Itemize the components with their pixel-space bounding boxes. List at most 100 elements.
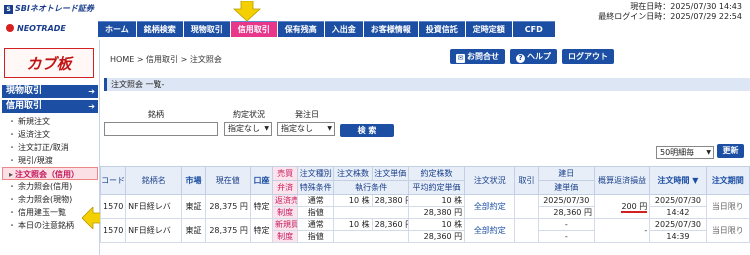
sidebar-item-order-correct-cancel[interactable]: ・注文訂正/取消 xyxy=(2,141,98,154)
cell-pnl: - xyxy=(593,218,651,243)
kabuita-banner-text: カブ板 xyxy=(26,54,72,73)
current-time: 現在日時：2025/07/30 14:43 xyxy=(630,2,742,11)
cell-order-time: 14:42 xyxy=(649,206,707,219)
chevron-right-icon: ➔ xyxy=(88,87,95,96)
sidebar-item-label: 信用建玉一覧 xyxy=(18,208,66,217)
cell-status-link[interactable]: 全部約定 xyxy=(464,218,516,243)
neotrade-dot-icon xyxy=(6,24,14,32)
bullet-icon: ・ xyxy=(8,208,16,217)
cell-status-link[interactable]: 全部約定 xyxy=(464,194,516,219)
cell-code: 1570 xyxy=(99,194,127,219)
status-select[interactable]: 指定なし ▼ xyxy=(224,122,272,136)
annotation-arrow-down-icon xyxy=(232,1,262,21)
nav-tab-fixed-amount[interactable]: 定時定額 xyxy=(465,21,512,37)
cell-pnl: 200 円 xyxy=(593,194,651,219)
status-filter-label: 約定状況 xyxy=(233,110,265,119)
col-trade: 取引 xyxy=(514,166,539,195)
col-order-type-sub: 特殊条件 xyxy=(297,180,335,195)
pnl-value: 200 円 xyxy=(621,202,648,213)
cell-account: 特定 xyxy=(249,194,274,219)
sidebar-item-delivery[interactable]: ・現引/現渡 xyxy=(2,154,98,167)
cell-name: NF日経レバ xyxy=(125,218,183,243)
sidebar-item-margin-capacity[interactable]: ・余力照会(信用) xyxy=(2,180,98,193)
table-row: 1570 NF日経レバ 東証 28,375 円 特定 返済売 通常 10 株 2… xyxy=(99,194,750,219)
cell-market: 東証 xyxy=(181,218,206,243)
nav-tab-customer-info[interactable]: お客様情報 xyxy=(363,21,418,37)
cell-order-price: 28,380 円 xyxy=(371,194,409,207)
cell-price: 28,375 円 xyxy=(204,194,251,219)
refresh-button[interactable]: 更新 xyxy=(717,144,744,158)
cell-order-qty: 10 株 xyxy=(333,218,373,231)
cell-market: 東証 xyxy=(181,194,206,219)
nav-tab-cfd[interactable]: CFD xyxy=(512,21,555,37)
sidebar-section-margin[interactable]: 信用取引 ➔ xyxy=(2,100,98,113)
col-order-time-label: 注文時間 xyxy=(657,176,690,185)
col-buy-sell: 売買 xyxy=(272,166,299,181)
col-buy-sell-sub: 弁済 xyxy=(272,180,299,195)
cell-order-date: 2025/07/30 xyxy=(649,194,707,207)
sidebar-section-label: 現物取引 xyxy=(6,86,43,96)
bullet-icon: ▸ xyxy=(9,170,14,179)
help-icon: ? xyxy=(516,54,525,63)
sidebar-item-repay-order[interactable]: ・返済注文 xyxy=(2,128,98,141)
sidebar-item-new-order[interactable]: ・新規注文 xyxy=(2,115,98,128)
sidebar-item-label: 余力照会(現物) xyxy=(18,195,73,204)
sidebar-item-label: 注文訂正/取消 xyxy=(18,143,69,152)
page-size-select[interactable]: 50明細毎 ▼ xyxy=(656,146,714,159)
nav-tab-home[interactable]: ホーム xyxy=(98,21,136,37)
cell-exec-qty: 10 株 xyxy=(407,218,466,231)
cell-trade-type: 返済売 xyxy=(272,194,299,207)
sidebar-item-order-inquiry[interactable]: ▸ 注文照会（信用） xyxy=(2,167,98,180)
bullet-icon: ・ xyxy=(8,156,16,165)
bullet-icon: ・ xyxy=(8,195,16,204)
bullet-icon: ・ xyxy=(8,143,16,152)
chevron-down-icon: ▼ xyxy=(327,125,332,132)
search-button[interactable]: 検 索 xyxy=(340,124,394,137)
cell-exec-cond xyxy=(333,230,409,243)
sidebar-item-label: 返済注文 xyxy=(18,130,50,139)
session-times: 現在日時：2025/07/30 14:43 最終ログイン日時：2025/07/2… xyxy=(598,2,742,22)
help-button[interactable]: ? ヘルプ xyxy=(510,49,557,64)
col-order-price: 注文単価 xyxy=(371,166,409,181)
last-login-time: 最終ログイン日時：2025/07/29 22:54 xyxy=(598,12,742,21)
cell-trade-type: 新規買 xyxy=(272,218,299,231)
kabuita-banner[interactable]: カブ板 xyxy=(4,48,94,78)
sidebar-item-label: 本日の注意銘柄 xyxy=(18,221,74,230)
sidebar-item-cash-capacity[interactable]: ・余力照会(現物) xyxy=(2,193,98,206)
cell-order-price: 28,360 円 xyxy=(371,218,409,231)
nav-tab-deposit[interactable]: 入出金 xyxy=(324,21,363,37)
nav-tab-holdings[interactable]: 保有残高 xyxy=(277,21,324,37)
symbol-input[interactable] xyxy=(104,122,218,136)
col-exec-qty-sub: 平均約定単価 xyxy=(407,180,466,195)
cell-avg-price: 28,380 円 xyxy=(407,206,466,219)
nav-tab-investment-trust[interactable]: 投資信託 xyxy=(418,21,465,37)
col-order-qty: 注文株数 xyxy=(333,166,373,181)
cell-order-kind: 通常 xyxy=(297,218,335,231)
col-order-time[interactable]: 注文時間 ▼ xyxy=(649,166,707,195)
nav-tab-margin-trading[interactable]: 信用取引 xyxy=(230,21,277,37)
nav-tab-cash-trading[interactable]: 現物取引 xyxy=(183,21,230,37)
col-order-type: 注文種別 xyxy=(297,166,335,181)
chevron-down-icon: ▼ xyxy=(264,125,269,132)
cell-order-qty: 10 株 xyxy=(333,194,373,207)
brand-logo[interactable]: S SBIネオトレード証券 NEOTRADE xyxy=(0,0,98,40)
col-pnl: 概算返済損益 xyxy=(593,166,651,195)
mail-icon: ✉ xyxy=(456,54,465,63)
col-code: コード xyxy=(99,166,127,195)
bullet-icon: ・ xyxy=(8,221,16,230)
logout-button[interactable]: ログアウト xyxy=(562,49,614,64)
cell-build-price: 28,360 円 xyxy=(537,206,595,219)
cell-trade-sub: 制度 xyxy=(272,206,299,219)
sidebar-section-cash[interactable]: 現物取引 ➔ xyxy=(2,85,98,98)
inquiry-button[interactable]: ✉ お問合せ xyxy=(450,49,505,64)
col-name: 銘柄名 xyxy=(125,166,183,195)
cell-order-cond: 指値 xyxy=(297,230,335,243)
nav-tab-symbol-search[interactable]: 銘柄検索 xyxy=(136,21,183,37)
col-build-date-sub: 建単価 xyxy=(537,180,595,195)
orders-table: コード 銘柄名 市場 現在値 口座 売買 注文種別 注文株数 注文単価 約定株数… xyxy=(99,166,750,243)
cell-order-time: 14:39 xyxy=(649,230,707,243)
help-button-label: ヘルプ xyxy=(527,52,551,61)
cell-build-date: - xyxy=(537,218,595,231)
order-date-select[interactable]: 指定なし ▼ xyxy=(277,122,335,136)
main-nav: ホーム 銘柄検索 現物取引 信用取引 保有残高 入出金 お客様情報 投資信託 定… xyxy=(98,21,556,37)
